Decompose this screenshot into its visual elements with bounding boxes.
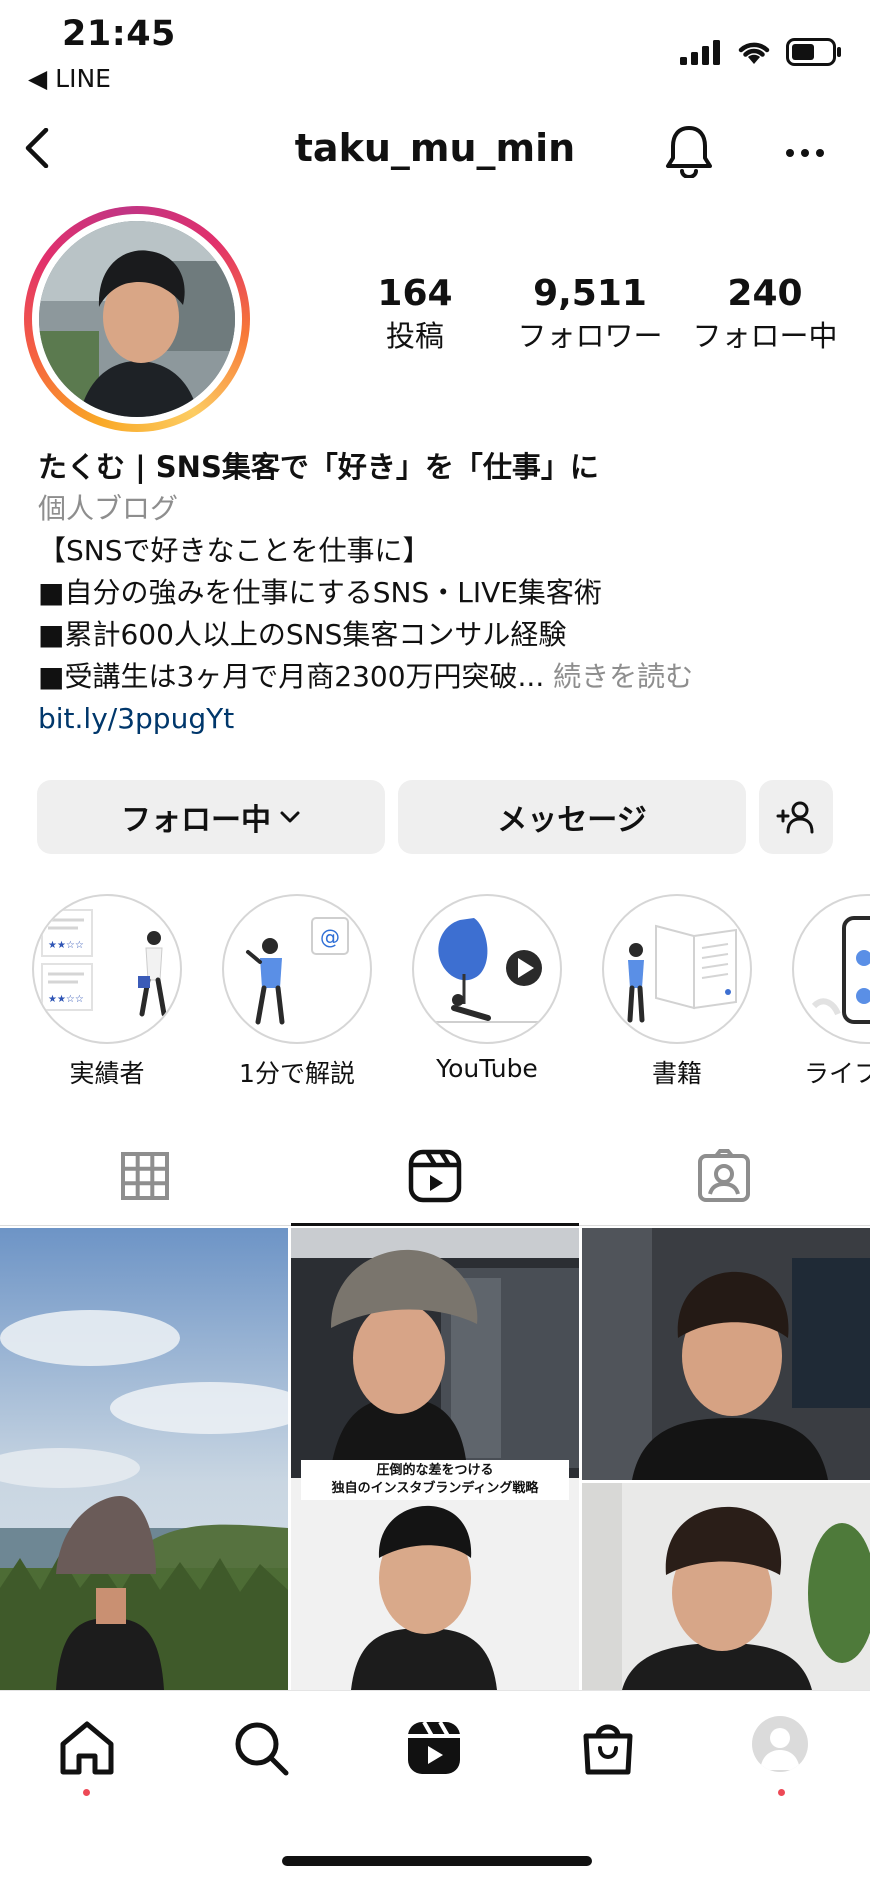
reels-tab-icon[interactable] [405, 1146, 465, 1206]
profile-avatar-nav[interactable] [752, 1716, 808, 1772]
read-more-link[interactable]: 続きを読む [553, 660, 693, 693]
posts-count[interactable]: 164 投稿 [330, 272, 500, 356]
bio-line-text: ■受講生は3ヶ月で月商2300万円突破... [38, 660, 545, 693]
default-avatar-icon [760, 1728, 800, 1770]
more-options-icon[interactable] [785, 148, 825, 158]
highlight-cover [792, 894, 870, 1044]
message-button-label: メッセージ [497, 803, 647, 838]
highlight-cover: @ [222, 894, 372, 1044]
highlight-cover [412, 894, 562, 1044]
highlight-achievements[interactable]: ★★☆☆ ★★☆☆ 実績者 [32, 894, 182, 1090]
highlight-label: ライフ [804, 1059, 870, 1088]
highlight-cover [602, 894, 752, 1044]
bio-line: ■累計600人以上のSNS集客コンサル経験 [38, 618, 567, 651]
profile-bio: たくむ | SNS集客で「好き」を「仕事」に 個人ブログ 【SNSで好きなことを… [38, 446, 848, 740]
grid-tab-icon[interactable] [115, 1146, 175, 1206]
highlight-label: 1分で解説 [239, 1059, 355, 1088]
reel-thumbnail[interactable] [582, 1228, 870, 1480]
reel-thumbnail-branding[interactable]: 圧倒的な差をつける 独自のインスタブランディング戦略 [291, 1228, 579, 1690]
profile-notification-dot [778, 1789, 785, 1796]
following-count[interactable]: 240 フォロー中 [680, 272, 850, 356]
profile-avatar[interactable] [24, 206, 250, 432]
signal-icon [680, 40, 720, 65]
search-icon[interactable] [231, 1718, 291, 1778]
bio-line-last: ■受講生は3ヶ月で月商2300万円突破... 続きを読む [38, 656, 848, 698]
display-name: たくむ | SNS集客で「好き」を「仕事」に [38, 450, 599, 484]
highlight-1min-explain[interactable]: @ 1分で解説 [222, 894, 372, 1090]
message-button[interactable]: メッセージ [398, 780, 746, 854]
reel-thumbnail[interactable] [582, 1483, 870, 1690]
reel-caption-line: 圧倒的な差をつける [376, 1463, 494, 1478]
home-notification-dot [83, 1789, 90, 1796]
suggest-users-button[interactable] [759, 780, 833, 854]
highlight-books[interactable]: 書籍 [602, 894, 752, 1090]
reel-caption-line: 独自のインスタブランディング戦略 [331, 1481, 539, 1496]
svg-text:★★☆☆: ★★☆☆ [48, 940, 84, 951]
back-to-app-link[interactable]: ◀ LINE [28, 64, 111, 93]
active-tab-indicator [291, 1223, 579, 1226]
add-person-icon [776, 801, 814, 834]
tagged-tab-icon[interactable] [694, 1146, 754, 1206]
battery-icon [786, 38, 841, 66]
status-time: 21:45 [62, 14, 176, 54]
reel-caption: 圧倒的な差をつける 独自のインスタブランディング戦略 [301, 1460, 569, 1500]
wifi-icon [738, 42, 770, 64]
highlight-label: YouTube [436, 1054, 538, 1083]
reel-thumbnail[interactable] [0, 1228, 288, 1690]
highlight-label: 実績者 [69, 1059, 145, 1088]
profile-category: 個人ブログ [38, 492, 179, 525]
home-indicator [282, 1856, 592, 1866]
followers-count[interactable]: 9,511 フォロワー [505, 272, 675, 356]
profile-stats: 164 投稿 9,511 フォロワー 240 フォロー中 [330, 272, 850, 356]
shop-icon[interactable] [578, 1718, 638, 1778]
highlight-label: 書籍 [651, 1059, 702, 1088]
highlight-cover: ★★☆☆ ★★☆☆ [32, 894, 182, 1044]
chevron-down-icon [280, 811, 300, 823]
svg-text:★★☆☆: ★★☆☆ [48, 994, 84, 1005]
following-button-label: フォロー中 [121, 803, 271, 838]
bio-link[interactable]: bit.ly/3ppugYt [38, 698, 848, 740]
home-icon[interactable] [57, 1718, 117, 1778]
highlight-youtube[interactable]: YouTube [412, 894, 562, 1083]
bio-line: 【SNSで好きなことを仕事に】 [38, 534, 431, 567]
reels-nav-icon[interactable] [404, 1718, 464, 1778]
bio-line: ■自分の強みを仕事にするSNS・LIVE集客術 [38, 576, 602, 609]
avatar-photo [39, 221, 235, 417]
profile-username: taku_mu_min [294, 126, 576, 170]
svg-text:@: @ [320, 925, 340, 949]
bell-icon[interactable] [664, 124, 714, 178]
following-button[interactable]: フォロー中 [37, 780, 385, 854]
status-icons [680, 38, 842, 66]
highlight-life[interactable]: ライフ [792, 894, 870, 1090]
